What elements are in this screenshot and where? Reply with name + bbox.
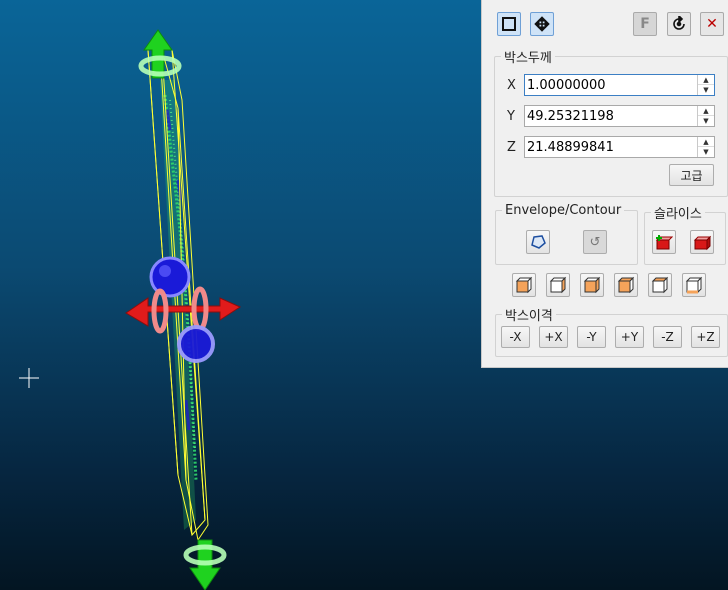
slice-add-button[interactable]	[652, 230, 676, 254]
view-left-icon	[583, 276, 601, 294]
move-minus-x-button[interactable]: -X	[501, 326, 530, 348]
contour-icon	[531, 235, 546, 249]
slice-add-icon	[655, 235, 673, 250]
y-row: Y ▲▼	[507, 104, 715, 128]
x-input[interactable]	[525, 75, 699, 95]
view-front-button[interactable]	[512, 273, 536, 297]
view-left-button[interactable]	[580, 273, 604, 297]
gizmo-bottom-handle[interactable]	[183, 539, 227, 590]
envelope-legend: Envelope/Contour	[505, 203, 622, 218]
reset-icon	[673, 16, 685, 30]
contour-button[interactable]	[526, 230, 550, 254]
slice-remove-button[interactable]	[690, 230, 714, 254]
move-plus-z-button[interactable]: +Z	[691, 326, 720, 348]
view-back-button[interactable]	[546, 273, 570, 297]
font-icon: F	[640, 16, 650, 32]
move-plus-y-button[interactable]: +Y	[615, 326, 644, 348]
slice-legend: 슬라이스	[654, 207, 702, 222]
move-minus-y-button[interactable]: -Y	[577, 326, 606, 348]
x-spin-arrows[interactable]: ▲ ▼	[697, 75, 714, 95]
view-bottom-button[interactable]	[682, 273, 706, 297]
z-spin-arrows[interactable]: ▲ ▼	[697, 137, 714, 157]
envelope-group: Envelope/Contour	[495, 203, 638, 265]
z-input[interactable]	[525, 137, 699, 157]
x-row: X ▲▼	[507, 73, 715, 97]
view-front-icon	[515, 276, 533, 294]
box-settings-panel: F ✕ 박스두께 X ▲▼ Y ▲▼ Z ▲▼ 고급 Envelope/Cont…	[481, 0, 728, 368]
y-label: Y	[507, 108, 515, 124]
move-legend: 박스이격	[505, 309, 553, 324]
crosshair-cursor	[19, 368, 39, 388]
reset-button[interactable]	[667, 12, 691, 36]
z-spinbox[interactable]: ▲▼	[524, 136, 715, 158]
view-bottom-icon	[685, 276, 703, 294]
y-spin-arrows[interactable]: ▲ ▼	[697, 106, 714, 126]
view-right-button[interactable]	[614, 273, 638, 297]
font-button[interactable]: F	[633, 12, 657, 36]
x-label: X	[507, 77, 516, 93]
view-right-icon	[617, 276, 635, 294]
move-minus-z-button[interactable]: -Z	[653, 326, 682, 348]
y-spinbox[interactable]: ▲▼	[524, 105, 715, 127]
x-spinbox[interactable]: ▲▼	[524, 74, 715, 96]
view-back-icon	[549, 276, 567, 294]
view-top-icon	[651, 276, 669, 294]
advanced-button[interactable]: 고급	[669, 164, 714, 186]
undo-icon: ↺	[589, 234, 601, 250]
z-label: Z	[507, 139, 516, 155]
thickness-legend: 박스두께	[504, 51, 552, 66]
close-icon: ✕	[706, 16, 718, 32]
move-arrows-icon	[534, 16, 550, 32]
select-box-icon	[502, 17, 516, 31]
slice-remove-icon	[693, 235, 711, 251]
view-top-button[interactable]	[648, 273, 672, 297]
y-input[interactable]	[525, 106, 699, 126]
z-row: Z ▲▼	[507, 135, 715, 159]
gizmo-center[interactable]	[125, 256, 242, 363]
close-button[interactable]: ✕	[700, 12, 724, 36]
undo-envelope-button[interactable]: ↺	[583, 230, 607, 254]
move-button[interactable]	[530, 12, 554, 36]
move-plus-x-button[interactable]: +X	[539, 326, 568, 348]
select-box-button[interactable]	[497, 12, 521, 36]
